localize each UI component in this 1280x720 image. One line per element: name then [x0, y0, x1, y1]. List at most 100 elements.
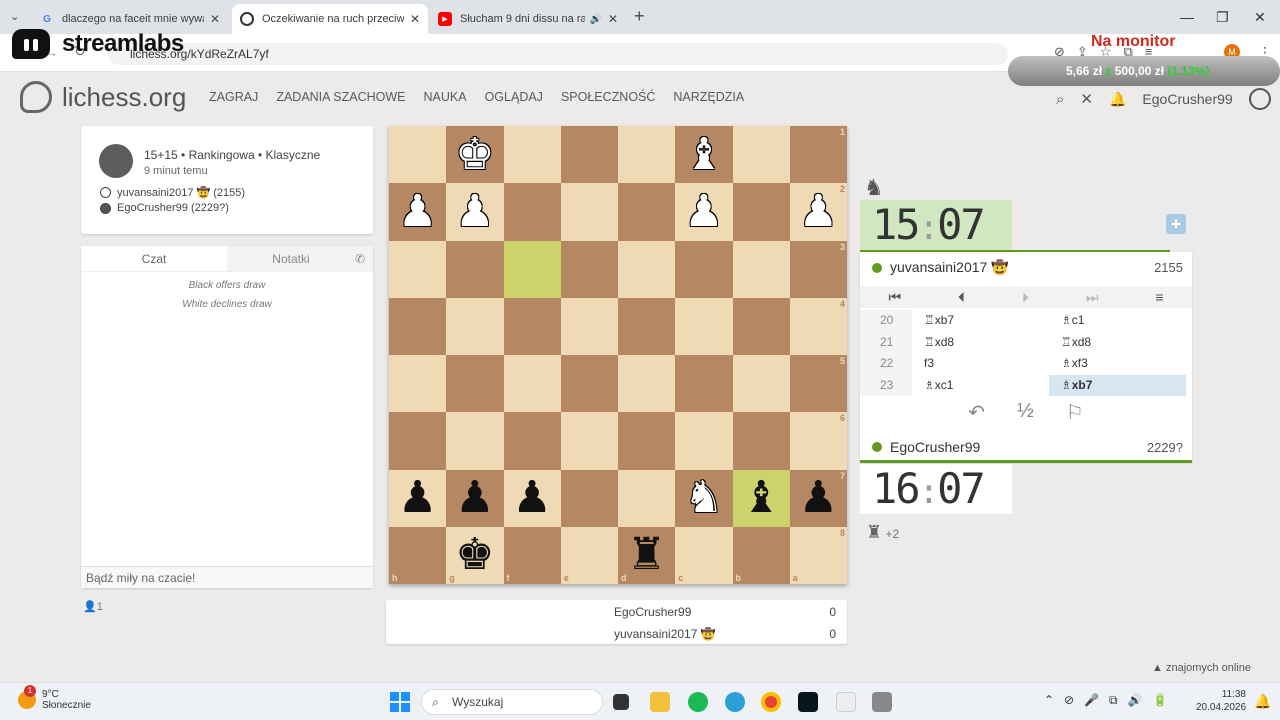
- player-name[interactable]: EgoCrusher99 2229?: [872, 439, 1183, 455]
- task-view-icon[interactable]: [613, 694, 629, 710]
- nav-tools[interactable]: NARZĘDZIA: [673, 90, 744, 104]
- board-square[interactable]: [503, 355, 561, 413]
- challenge-icon[interactable]: ✕: [1080, 90, 1093, 108]
- next-move-icon[interactable]: ⏵: [1022, 289, 1029, 306]
- new-tab-button[interactable]: +: [634, 6, 645, 27]
- white-pawn-icon[interactable]: ♟: [684, 189, 723, 234]
- tab-notes[interactable]: Notatki ✆: [227, 246, 373, 271]
- nav-learn[interactable]: NAUKA: [424, 90, 467, 104]
- board-square[interactable]: h: [389, 526, 447, 584]
- close-icon[interactable]: ✕: [210, 12, 220, 26]
- white-knight-icon[interactable]: ♞: [684, 476, 723, 520]
- board-square[interactable]: 5: [789, 355, 847, 413]
- board-square[interactable]: ♝: [675, 126, 733, 184]
- chess-board[interactable]: ♚ ♝ 1 ♟ ♟ ♟ ♟ 2 3 4 5 6 ♟ ♟ ♟ ♞ ♝ ♟ 7 h ♚ g f e ♜ d c b 8 a: [389, 126, 847, 584]
- board-square[interactable]: [389, 126, 447, 184]
- board-square[interactable]: [503, 297, 561, 355]
- search-icon[interactable]: ⌕: [1056, 91, 1064, 108]
- board-square[interactable]: [560, 297, 618, 355]
- board-square[interactable]: [446, 412, 504, 470]
- nav-community[interactable]: SPOŁECZNOŚĆ: [561, 90, 655, 104]
- board-square[interactable]: [732, 355, 790, 413]
- board-square[interactable]: [732, 126, 790, 184]
- board-square[interactable]: e: [560, 526, 618, 584]
- move-black[interactable]: ♖xd8: [1049, 332, 1186, 354]
- tab-chat[interactable]: Czat: [81, 246, 227, 271]
- board-square[interactable]: [732, 297, 790, 355]
- add-time-button[interactable]: +: [1166, 214, 1186, 234]
- board-square[interactable]: [503, 126, 561, 184]
- spotify-icon[interactable]: [688, 692, 708, 712]
- move-white[interactable]: ♖xb7: [912, 310, 1049, 332]
- board-square[interactable]: [675, 412, 733, 470]
- board-square[interactable]: [446, 355, 504, 413]
- chat-input[interactable]: Bądź miły na czacie!: [81, 566, 373, 588]
- board-square[interactable]: [618, 412, 676, 470]
- board-square[interactable]: [618, 355, 676, 413]
- last-move-icon[interactable]: ⏭: [1086, 289, 1099, 306]
- board-square[interactable]: [389, 355, 447, 413]
- black-player-line[interactable]: EgoCrusher99 (2229?): [100, 202, 229, 214]
- user-avatar-icon[interactable]: [1248, 88, 1271, 110]
- board-square[interactable]: [560, 240, 618, 298]
- board-square[interactable]: [446, 297, 504, 355]
- board-square[interactable]: b: [732, 526, 790, 584]
- url-field[interactable]: lichess.org/kYdReZrAL7yf: [108, 43, 1008, 65]
- board-square[interactable]: [618, 469, 676, 527]
- file-explorer-icon[interactable]: [650, 692, 670, 712]
- move-white[interactable]: ♗xc1: [912, 375, 1049, 397]
- board-square[interactable]: [618, 183, 676, 241]
- weather-widget[interactable]: 1 9°C Słonecznie: [18, 685, 91, 711]
- notification-icon[interactable]: 🔔: [1254, 693, 1271, 710]
- move-black-current[interactable]: ♗xb7: [1049, 374, 1186, 396]
- takeback-icon[interactable]: ↶: [968, 400, 985, 425]
- board-square[interactable]: [732, 240, 790, 298]
- system-tray[interactable]: ⌃⊘🎤⧉🔊🔋: [1044, 693, 1178, 708]
- white-player-line[interactable]: yuvansaini2017 🤠 (2155): [100, 186, 245, 199]
- board-square[interactable]: ♚ g: [446, 526, 504, 584]
- white-pawn-icon[interactable]: ♟: [799, 189, 838, 234]
- board-square[interactable]: [389, 297, 447, 355]
- board-square[interactable]: ♜ d: [618, 526, 676, 584]
- board-square[interactable]: ♚: [446, 126, 504, 184]
- windows-start-icon[interactable]: [390, 692, 410, 712]
- board-square[interactable]: [618, 126, 676, 184]
- black-pawn-icon[interactable]: ♟: [398, 476, 437, 520]
- nav-play[interactable]: ZAGRAJ: [209, 90, 258, 104]
- board-square[interactable]: [560, 469, 618, 527]
- board-square[interactable]: [560, 355, 618, 413]
- first-move-icon[interactable]: ⏮: [888, 289, 901, 306]
- close-window-button[interactable]: ✕: [1254, 9, 1266, 26]
- black-pawn-icon[interactable]: ♟: [512, 476, 551, 520]
- board-square[interactable]: ♟: [446, 469, 504, 527]
- streamlabs-app-icon[interactable]: [798, 692, 818, 712]
- board-square[interactable]: 4: [789, 297, 847, 355]
- close-icon[interactable]: ✕: [410, 12, 420, 26]
- board-square[interactable]: 1: [789, 126, 847, 184]
- bell-icon[interactable]: 🔔: [1109, 91, 1126, 108]
- black-rook-icon[interactable]: ♜: [627, 533, 666, 577]
- offer-draw-button[interactable]: ½: [1017, 400, 1034, 425]
- board-square[interactable]: [732, 412, 790, 470]
- board-square[interactable]: 6: [789, 412, 847, 470]
- white-pawn-icon[interactable]: ♟: [398, 189, 437, 234]
- board-square[interactable]: ♝: [732, 469, 790, 527]
- board-square[interactable]: f: [503, 526, 561, 584]
- board-square[interactable]: ♟: [389, 469, 447, 527]
- move-black[interactable]: ♗c1: [1049, 310, 1186, 332]
- resign-flag-icon[interactable]: ⚐: [1066, 400, 1084, 425]
- phone-icon[interactable]: ✆: [355, 246, 365, 272]
- white-bishop-icon[interactable]: ♝: [684, 132, 723, 177]
- black-pawn-icon[interactable]: ♟: [455, 476, 494, 520]
- white-king-icon[interactable]: ♚: [455, 132, 494, 177]
- board-square[interactable]: ♟ 2: [789, 183, 847, 241]
- tab-list-icon[interactable]: ⌄: [10, 10, 19, 23]
- opponent-name[interactable]: yuvansaini2017 🤠 2155: [872, 259, 1183, 276]
- taskbar-search[interactable]: ⌕ Wyszukaj: [421, 689, 603, 715]
- black-king-icon[interactable]: ♚: [455, 533, 494, 577]
- board-square[interactable]: ♟: [503, 469, 561, 527]
- black-bishop-icon[interactable]: ♝: [741, 476, 780, 520]
- board-square[interactable]: ♟: [675, 183, 733, 241]
- nav-puzzles[interactable]: ZADANIA SZACHOWE: [276, 90, 405, 104]
- close-icon[interactable]: ✕: [608, 12, 618, 26]
